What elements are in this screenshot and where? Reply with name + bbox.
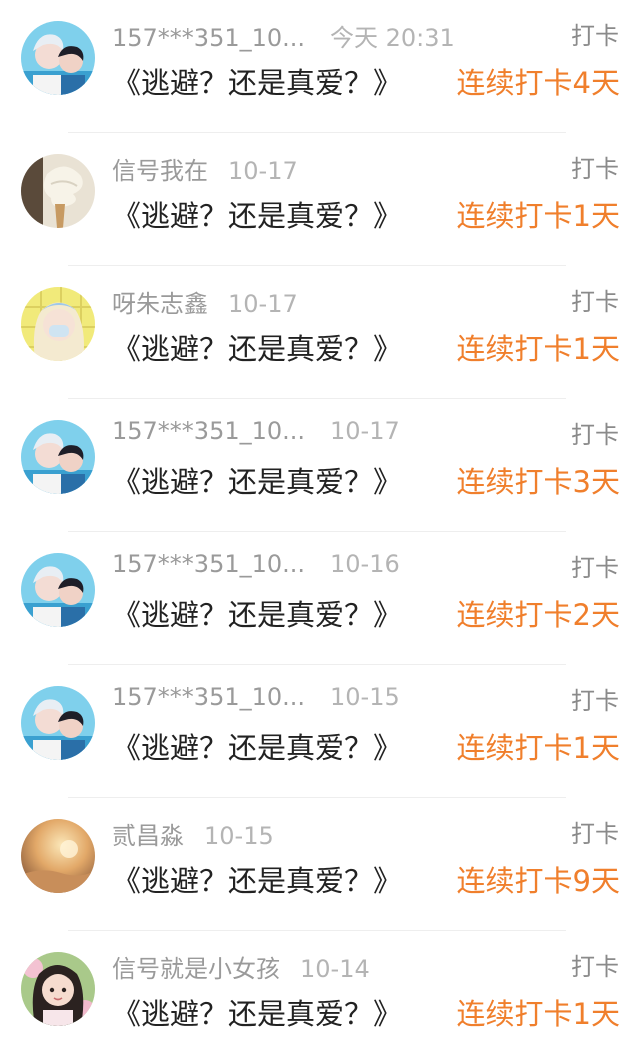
timestamp: 10-17 xyxy=(330,417,400,445)
username[interactable]: 信号我在 xyxy=(112,151,208,186)
meta-line: 呀朱志鑫 10-17 xyxy=(112,284,298,319)
record-type: 打卡 xyxy=(571,687,619,715)
avatar[interactable] xyxy=(21,952,95,1026)
streak-label: 连续打卡1天 xyxy=(456,731,620,765)
meta-line: 157***351_10... 10-15 xyxy=(112,683,400,711)
streak-label: 连续打卡1天 xyxy=(456,199,620,233)
list-item[interactable]: 信号就是小女孩 10-14 打卡 《逃避？还是真爱？》 连续打卡1天 xyxy=(0,931,640,1064)
avatar[interactable] xyxy=(21,287,95,361)
timestamp: 10-17 xyxy=(228,157,298,185)
timestamp: 10-15 xyxy=(204,822,274,850)
book-title[interactable]: 《逃避？还是真爱？》 xyxy=(112,193,402,235)
meta-line: 157***351_10... 10-17 xyxy=(112,417,400,445)
list-item[interactable]: 呀朱志鑫 10-17 打卡 《逃避？还是真爱？》 连续打卡1天 xyxy=(0,266,640,399)
timestamp: 10-14 xyxy=(300,955,370,983)
record-type: 打卡 xyxy=(571,554,619,582)
username[interactable]: 呀朱志鑫 xyxy=(112,284,208,319)
streak-label: 连续打卡3天 xyxy=(456,465,620,499)
book-title[interactable]: 《逃避？还是真爱？》 xyxy=(112,858,402,900)
streak-label: 连续打卡2天 xyxy=(456,598,620,632)
book-title[interactable]: 《逃避？还是真爱？》 xyxy=(112,459,402,501)
username[interactable]: 信号就是小女孩 xyxy=(112,949,280,984)
list-item[interactable]: 贰昌淼 10-15 打卡 《逃避？还是真爱？》 连续打卡9天 xyxy=(0,798,640,931)
timestamp: 10-17 xyxy=(228,290,298,318)
record-type: 打卡 xyxy=(571,953,619,981)
record-type: 打卡 xyxy=(571,820,619,848)
book-title[interactable]: 《逃避？还是真爱？》 xyxy=(112,326,402,368)
checkin-list: 157***351_10... 今天 20:31 打卡 《逃避？还是真爱？》 连… xyxy=(0,0,640,1058)
streak-label: 连续打卡4天 xyxy=(456,66,620,100)
record-type: 打卡 xyxy=(571,155,619,183)
username[interactable]: 157***351_10... xyxy=(112,683,310,711)
list-item[interactable]: 157***351_10... 10-15 打卡 《逃避？还是真爱？》 连续打卡… xyxy=(0,665,640,798)
meta-line: 信号我在 10-17 xyxy=(112,151,298,186)
timestamp: 今天 20:31 xyxy=(330,24,455,52)
list-item[interactable]: 157***351_10... 10-16 打卡 《逃避？还是真爱？》 连续打卡… xyxy=(0,532,640,665)
timestamp: 10-15 xyxy=(330,683,400,711)
record-type: 打卡 xyxy=(571,288,619,316)
list-item[interactable]: 157***351_10... 今天 20:31 打卡 《逃避？还是真爱？》 连… xyxy=(0,0,640,133)
avatar[interactable] xyxy=(21,819,95,893)
book-title[interactable]: 《逃避？还是真爱？》 xyxy=(112,60,402,102)
username[interactable]: 157***351_10... xyxy=(112,24,310,52)
meta-line: 157***351_10... 今天 20:31 xyxy=(112,18,455,53)
avatar[interactable] xyxy=(21,420,95,494)
avatar[interactable] xyxy=(21,154,95,228)
meta-line: 贰昌淼 10-15 xyxy=(112,816,274,851)
list-item[interactable]: 信号我在 10-17 打卡 《逃避？还是真爱？》 连续打卡1天 xyxy=(0,133,640,266)
list-item[interactable]: 157***351_10... 10-17 打卡 《逃避？还是真爱？》 连续打卡… xyxy=(0,399,640,532)
streak-label: 连续打卡9天 xyxy=(456,864,620,898)
streak-label: 连续打卡1天 xyxy=(456,332,620,366)
meta-line: 157***351_10... 10-16 xyxy=(112,550,400,578)
timestamp: 10-16 xyxy=(330,550,400,578)
record-type: 打卡 xyxy=(571,22,619,50)
record-type: 打卡 xyxy=(571,421,619,449)
streak-label: 连续打卡1天 xyxy=(456,997,620,1031)
username[interactable]: 贰昌淼 xyxy=(112,816,184,851)
meta-line: 信号就是小女孩 10-14 xyxy=(112,949,370,984)
book-title[interactable]: 《逃避？还是真爱？》 xyxy=(112,592,402,634)
avatar[interactable] xyxy=(21,553,95,627)
book-title[interactable]: 《逃避？还是真爱？》 xyxy=(112,991,402,1033)
avatar[interactable] xyxy=(21,686,95,760)
username[interactable]: 157***351_10... xyxy=(112,550,310,578)
avatar[interactable] xyxy=(21,21,95,95)
book-title[interactable]: 《逃避？还是真爱？》 xyxy=(112,725,402,767)
username[interactable]: 157***351_10... xyxy=(112,417,310,445)
